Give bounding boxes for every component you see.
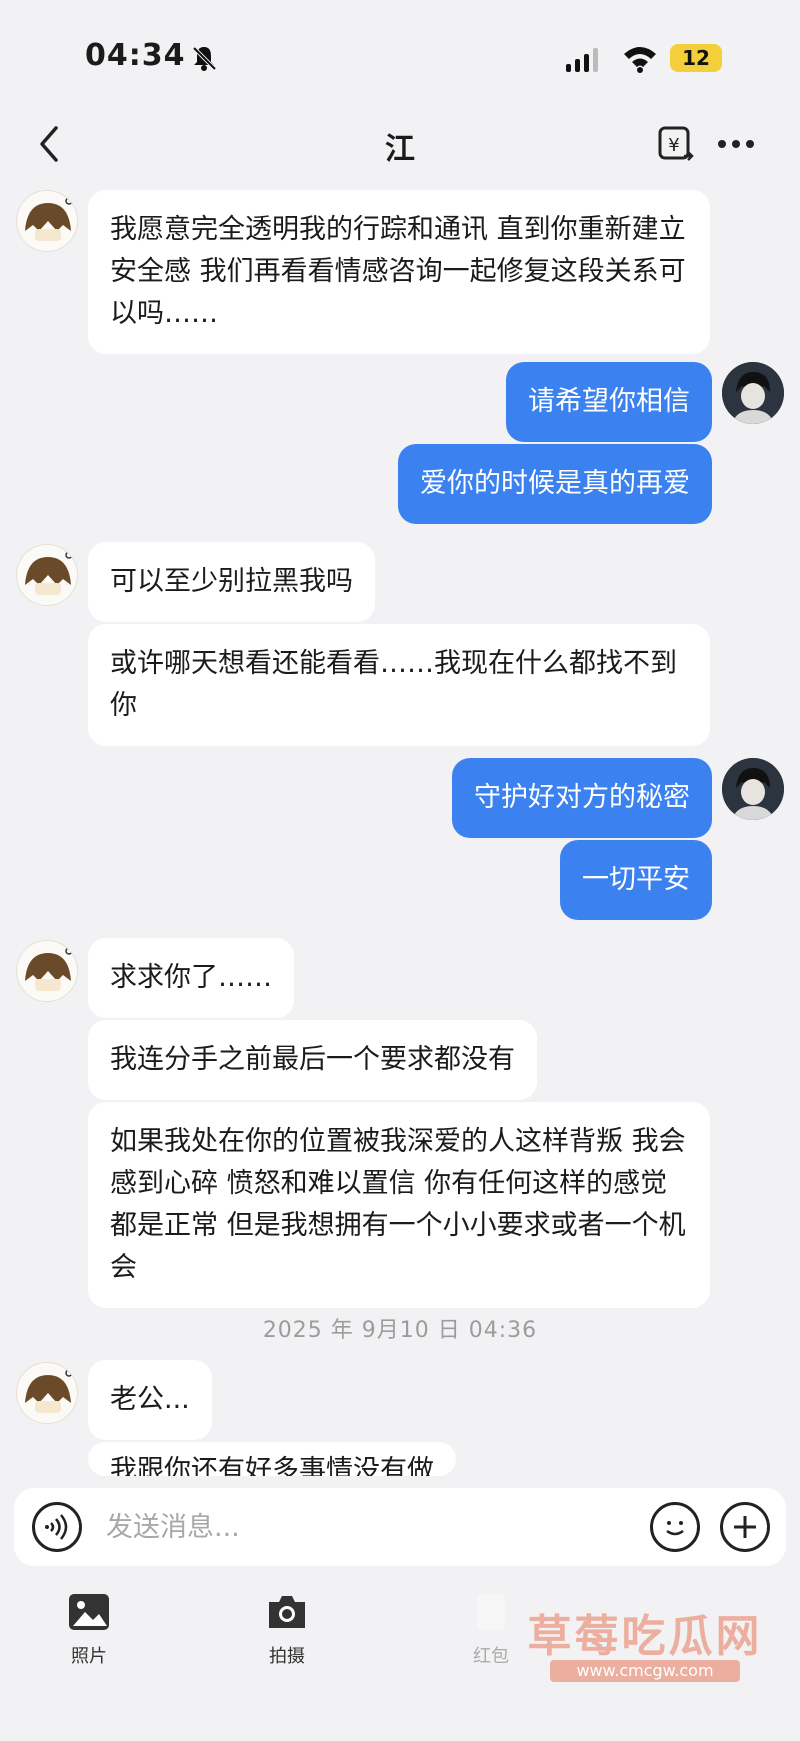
message-text: 求求你了…… <box>110 962 272 993</box>
plus-button[interactable] <box>720 1502 770 1552</box>
message-text: 我愿意完全透明我的行踪和通讯 直到你重新建立安全感 我们再看看情感咨询一起修复这… <box>110 214 686 329</box>
camera-icon <box>269 1596 305 1628</box>
avatar-self-image <box>722 362 784 424</box>
avatar-other[interactable] <box>16 1362 78 1424</box>
message-bubble-self[interactable]: 爱你的时候是真的再爱 <box>398 444 712 524</box>
tool-label: 照片 <box>71 1646 107 1667</box>
status-time: 04:34 <box>85 38 186 73</box>
avatar-other-image <box>25 551 73 595</box>
avatar-other[interactable] <box>16 190 78 252</box>
avatar-self[interactable] <box>722 758 784 820</box>
message-bubble-self[interactable]: 守护好对方的秘密 <box>452 758 712 838</box>
message-bubble-other[interactable]: 或许哪天想看还能看看……我现在什么都找不到你 <box>88 624 710 746</box>
message-bubble-other[interactable]: 我愿意完全透明我的行踪和通讯 直到你重新建立安全感 我们再看看情感咨询一起修复这… <box>88 190 710 354</box>
wifi-icon <box>624 47 656 73</box>
message-bubble-other[interactable]: 求求你了…… <box>88 938 294 1018</box>
chat-header: 江 ¥ <box>0 110 800 180</box>
emoji-button[interactable] <box>650 1502 700 1552</box>
tool-photo[interactable]: 照片 <box>34 1590 144 1668</box>
message-input-bar <box>14 1488 786 1566</box>
avatar-other-image <box>25 1369 73 1413</box>
avatar-other[interactable] <box>16 544 78 606</box>
voice-icon <box>45 1514 68 1540</box>
avatar-other-image <box>25 197 73 241</box>
message-text: 请希望你相信 <box>528 386 690 417</box>
photo-icon <box>69 1594 109 1630</box>
tool-label: 拍摄 <box>269 1646 305 1667</box>
battery-icon: 12 <box>670 44 722 72</box>
message-timestamp: 2025 年 9月10 日 04:36 <box>262 1318 538 1343</box>
message-input[interactable] <box>106 1488 626 1566</box>
translate-icon[interactable]: ¥ <box>656 122 696 166</box>
message-bubble-self[interactable]: 一切平安 <box>560 840 712 920</box>
voice-input-button[interactable] <box>32 1502 82 1552</box>
avatar-other[interactable] <box>16 940 78 1002</box>
avatar-other-image <box>25 947 73 991</box>
emoji-icon <box>666 1521 684 1536</box>
message-text: 一切平安 <box>582 864 690 895</box>
message-text: 老公... <box>110 1384 190 1415</box>
cellular-signal-icon <box>566 48 598 72</box>
message-bubble-other[interactable]: 老公... <box>88 1360 212 1440</box>
message-bubble-other[interactable]: 我连分手之前最后一个要求都没有 <box>88 1020 537 1100</box>
more-icon[interactable] <box>718 140 754 148</box>
watermark-text: 草莓吃瓜网 <box>527 1611 763 1662</box>
status-bar: 04:34 12 <box>0 0 800 110</box>
avatar-self-image <box>722 758 784 820</box>
message-bubble-other[interactable]: 我跟你还有好多事情没有做 <box>88 1442 456 1476</box>
watermark: 草莓吃瓜网 www.cmcgw.com <box>510 1600 780 1682</box>
plus-icon <box>734 1516 756 1538</box>
tool-camera[interactable]: 拍摄 <box>232 1590 342 1668</box>
svg-text:¥: ¥ <box>668 135 679 156</box>
message-text: 可以至少别拉黑我吗 <box>110 566 353 597</box>
message-text: 如果我处在你的位置被我深爱的人这样背叛 我会感到心碎 愤怒和难以置信 你有任何这… <box>110 1126 686 1283</box>
bell-muted-icon <box>192 46 217 71</box>
message-text: 我跟你还有好多事情没有做 <box>110 1455 434 1476</box>
message-text: 守护好对方的秘密 <box>474 782 690 813</box>
message-bubble-other[interactable]: 如果我处在你的位置被我深爱的人这样背叛 我会感到心碎 愤怒和难以置信 你有任何这… <box>88 1102 710 1308</box>
message-bubble-other[interactable]: 可以至少别拉黑我吗 <box>88 542 375 622</box>
red-envelope-icon <box>477 1594 505 1630</box>
message-bubble-self[interactable]: 请希望你相信 <box>506 362 712 442</box>
message-text: 或许哪天想看还能看看……我现在什么都找不到你 <box>110 648 677 721</box>
avatar-self[interactable] <box>722 362 784 424</box>
message-text: 爱你的时候是真的再爱 <box>420 468 690 499</box>
watermark-url: www.cmcgw.com <box>550 1660 740 1682</box>
message-text: 我连分手之前最后一个要求都没有 <box>110 1044 515 1075</box>
